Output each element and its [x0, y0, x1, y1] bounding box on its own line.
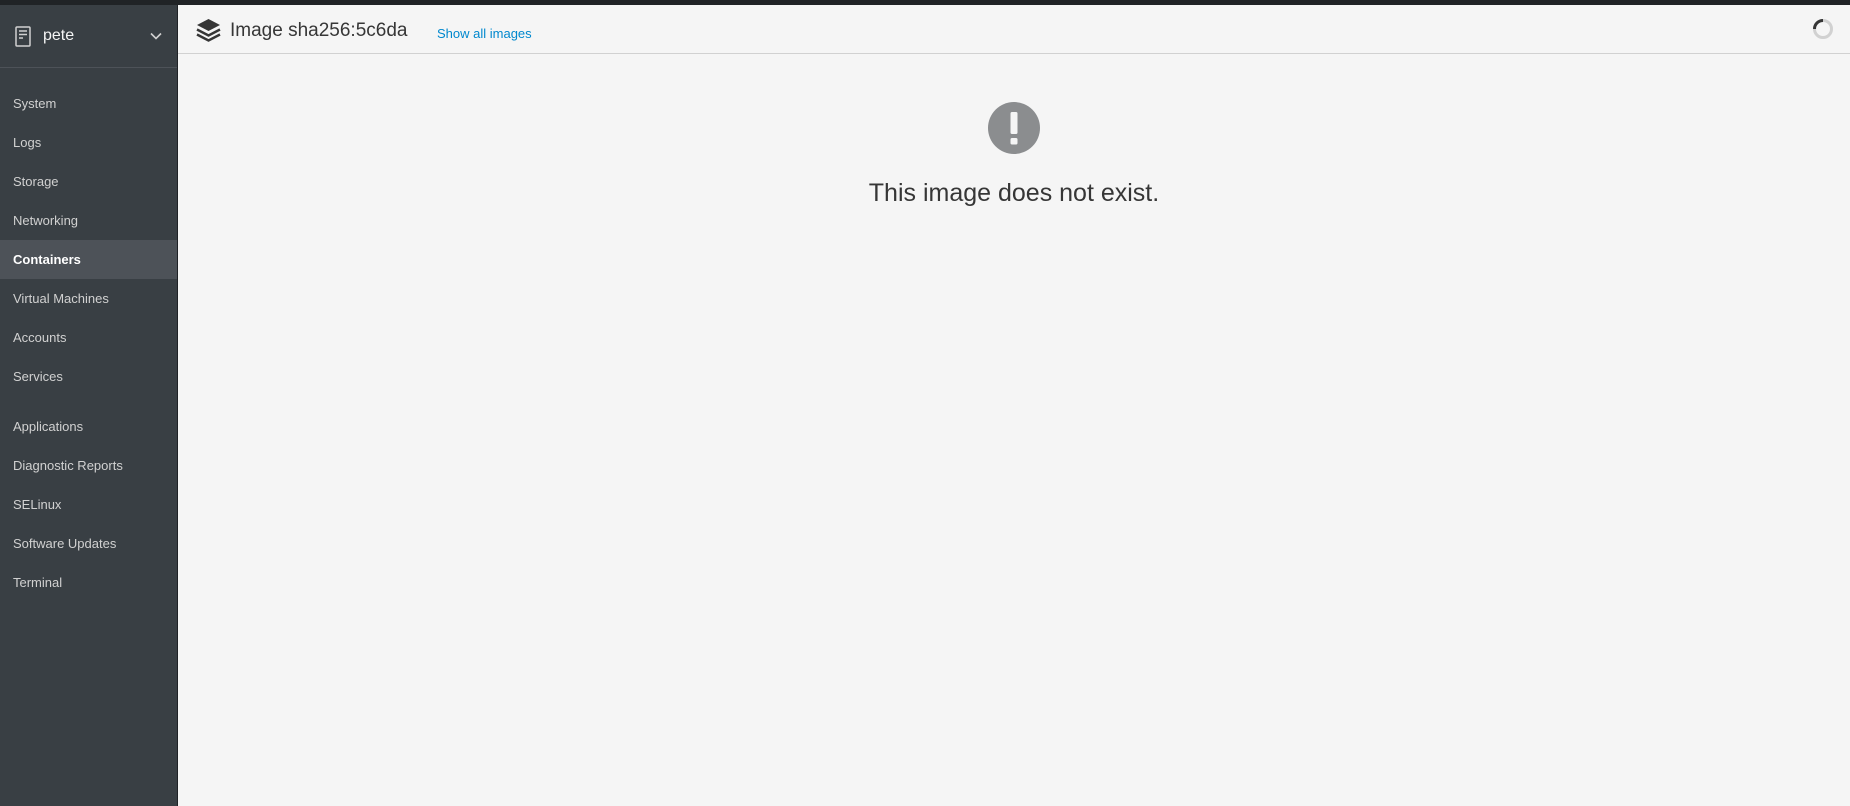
sidebar-item-accounts[interactable]: Accounts — [0, 318, 177, 357]
sidebar-item-networking[interactable]: Networking — [0, 201, 177, 240]
image-layers-icon — [196, 18, 221, 42]
sidebar-item-containers[interactable]: Containers — [0, 240, 177, 279]
sidebar-nav: System Logs Storage Networking Container… — [0, 84, 177, 602]
page-header: Image sha256:5c6da Show all images — [178, 5, 1850, 54]
host-name: pete — [43, 27, 75, 44]
empty-state-message: This image does not exist. — [868, 179, 1160, 207]
sidebar-item-logs[interactable]: Logs — [0, 123, 177, 162]
sidebar-item-selinux[interactable]: SELinux — [0, 485, 177, 524]
show-all-images-link[interactable]: Show all images — [437, 26, 532, 41]
loading-spinner-icon — [1812, 18, 1834, 40]
page-title: Image sha256:5c6da — [230, 20, 408, 41]
sidebar-item-system[interactable]: System — [0, 84, 177, 123]
exclamation-circle-icon — [988, 102, 1040, 154]
sidebar-item-virtual-machines[interactable]: Virtual Machines — [0, 279, 177, 318]
sidebar-item-software-updates[interactable]: Software Updates — [0, 524, 177, 563]
sidebar-item-diagnostic-reports[interactable]: Diagnostic Reports — [0, 446, 177, 485]
sidebar-item-services[interactable]: Services — [0, 357, 177, 396]
sidebar-item-storage[interactable]: Storage — [0, 162, 177, 201]
chevron-down-icon — [149, 29, 163, 43]
empty-state: This image does not exist. — [178, 102, 1850, 208]
sidebar-item-terminal[interactable]: Terminal — [0, 563, 177, 602]
server-icon — [14, 25, 32, 47]
sidebar: pete System Logs Storage Networking Cont… — [0, 5, 177, 806]
nav-divider — [0, 396, 177, 407]
host-switcher[interactable]: pete — [0, 5, 177, 68]
sidebar-item-applications[interactable]: Applications — [0, 407, 177, 446]
main-content: Image sha256:5c6da Show all images This … — [178, 5, 1850, 806]
